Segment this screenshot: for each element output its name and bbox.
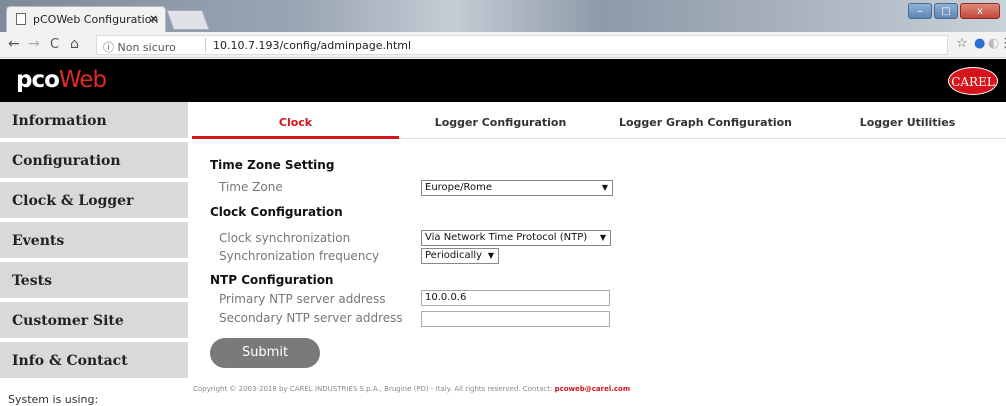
sync-frequency-select[interactable]: Periodically ▼ (421, 248, 499, 264)
minimize-button[interactable]: – (908, 3, 932, 19)
clock-sync-select[interactable]: Via Network Time Protocol (NTP) ▼ (421, 230, 611, 246)
maximize-button[interactable]: □ (934, 3, 958, 19)
logo-part1: pco (16, 67, 60, 93)
star-icon[interactable]: ☆ (956, 36, 968, 51)
primary-ntp-label: Primary NTP server address (219, 292, 386, 306)
reload-icon[interactable]: C (50, 37, 59, 52)
time-zone-label: Time Zone (219, 180, 283, 194)
sidebar-item-tests[interactable]: Tests (0, 262, 188, 300)
clock-config-section-title: Clock Configuration (210, 205, 343, 219)
tab-bar: Clock Logger Configuration Logger Graph … (192, 107, 1006, 139)
secondary-ntp-label: Secondary NTP server address (219, 311, 403, 325)
browser-tabstrip: pCOWeb Configuration × – □ x (0, 0, 1006, 32)
extension-icon[interactable]: ● (974, 36, 985, 51)
carel-logo: CAREL (948, 67, 998, 95)
page-icon (16, 13, 26, 25)
time-zone-select[interactable]: Europe/Rome ▼ (421, 180, 613, 196)
pcoweb-logo: pcoWeb (16, 67, 107, 93)
url-text[interactable]: 10.10.7.193/config/adminpage.html (213, 39, 411, 52)
sidebar-item-information[interactable]: Information (0, 102, 188, 140)
sync-frequency-value: Periodically (425, 250, 483, 261)
contact-email-link[interactable]: pcoweb@carel.com (555, 385, 631, 393)
tab-logger-utilities[interactable]: Logger Utilities (809, 107, 1006, 139)
browser-tab[interactable]: pCOWeb Configuration × (6, 6, 166, 32)
system-status-text: System is using: (8, 393, 99, 406)
url-field[interactable]: ⓘ Non sicuro 10.10.7.193/config/adminpag… (96, 35, 948, 55)
sidebar-item-clock-logger[interactable]: Clock & Logger (0, 182, 188, 220)
tab-clock[interactable]: Clock (192, 107, 399, 139)
clock-sync-label: Clock synchronization (219, 231, 351, 245)
tab-close-icon[interactable]: × (149, 12, 158, 25)
tab-logger-graph-configuration[interactable]: Logger Graph Configuration (602, 107, 809, 139)
window-close-button[interactable]: x (960, 3, 1000, 19)
menu-icon[interactable]: ⋮ (999, 36, 1006, 51)
window-controls: – □ x (908, 3, 1000, 19)
dropdown-arrow-icon: ▼ (601, 183, 608, 192)
profile-icon[interactable]: ◐ (988, 36, 999, 51)
back-icon[interactable]: ← (8, 36, 20, 52)
security-indicator[interactable]: ⓘ Non sicuro (103, 39, 176, 55)
footer: Copyright © 2003-2018 by CAREL INDUSTRIE… (193, 385, 630, 393)
secondary-ntp-input[interactable] (421, 311, 610, 327)
primary-ntp-input[interactable]: 10.0.0.6 (421, 290, 610, 306)
sidebar: Information Configuration Clock & Logger… (0, 102, 188, 406)
sync-frequency-label: Synchronization frequency (219, 249, 380, 263)
sidebar-item-events[interactable]: Events (0, 222, 188, 260)
dropdown-arrow-icon: ▼ (487, 251, 494, 260)
clock-sync-value: Via Network Time Protocol (NTP) (425, 232, 588, 243)
submit-button[interactable]: Submit (210, 338, 320, 368)
home-icon[interactable]: ⌂ (70, 36, 79, 52)
sidebar-item-info-contact[interactable]: Info & Contact (0, 342, 188, 380)
forward-icon[interactable]: → (28, 36, 40, 52)
tab-title: pCOWeb Configuration (33, 13, 159, 26)
app-header: pcoWeb CAREL (0, 59, 1006, 102)
divider (205, 38, 206, 52)
time-zone-section-title: Time Zone Setting (210, 158, 335, 172)
sidebar-item-configuration[interactable]: Configuration (0, 142, 188, 180)
logo-part2: Web (58, 67, 107, 93)
address-bar: ← → C ⌂ ⓘ Non sicuro 10.10.7.193/config/… (0, 32, 1006, 58)
time-zone-value: Europe/Rome (425, 182, 493, 193)
new-tab-button[interactable] (166, 10, 210, 30)
sidebar-item-customer-site[interactable]: Customer Site (0, 302, 188, 340)
copyright-text: Copyright © 2003-2018 by CAREL INDUSTRIE… (193, 385, 555, 393)
ntp-section-title: NTP Configuration (210, 273, 334, 287)
dropdown-arrow-icon: ▼ (599, 233, 606, 242)
tab-logger-configuration[interactable]: Logger Configuration (399, 107, 602, 139)
